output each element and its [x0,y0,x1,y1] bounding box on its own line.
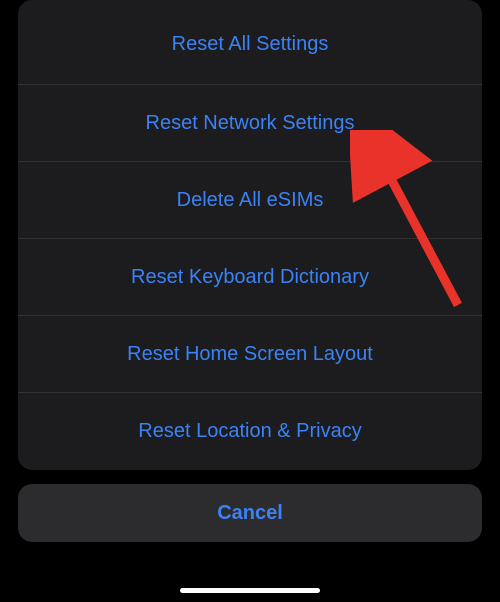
action-item-label: Reset Location & Privacy [138,420,361,443]
action-item-label: Delete All eSIMs [177,189,324,212]
reset-location-privacy-button[interactable]: Reset Location & Privacy [18,393,482,470]
reset-keyboard-dictionary-button[interactable]: Reset Keyboard Dictionary [18,239,482,316]
action-item-label: Reset All Settings [172,33,329,76]
home-indicator [180,588,320,593]
action-list: Reset All Settings Reset Network Setting… [18,0,482,470]
action-item-label: Reset Keyboard Dictionary [131,266,369,289]
action-sheet: Reset All Settings Reset Network Setting… [18,0,482,602]
cancel-button[interactable]: Cancel [18,484,482,542]
action-item-label: Reset Home Screen Layout [127,343,373,366]
action-item-label: Reset Network Settings [146,112,355,135]
delete-all-esims-button[interactable]: Delete All eSIMs [18,162,482,239]
reset-home-screen-layout-button[interactable]: Reset Home Screen Layout [18,316,482,393]
cancel-button-label: Cancel [217,502,283,525]
reset-network-settings-button[interactable]: Reset Network Settings [18,85,482,162]
reset-all-settings-button[interactable]: Reset All Settings [18,0,482,85]
